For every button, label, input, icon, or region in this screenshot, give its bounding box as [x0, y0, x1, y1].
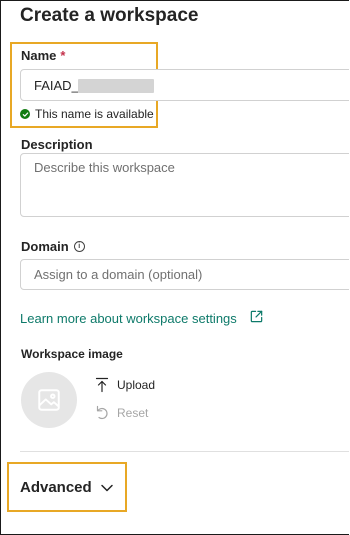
domain-label-text: Domain: [21, 239, 69, 254]
name-availability-status: This name is available: [20, 107, 154, 121]
reset-button[interactable]: Reset: [95, 405, 148, 421]
workspace-image-label: Workspace image: [21, 347, 123, 361]
info-icon[interactable]: i: [73, 241, 85, 252]
section-divider: [20, 451, 349, 452]
upload-button[interactable]: Upload: [95, 377, 155, 393]
panel-title: Create a workspace: [20, 5, 199, 26]
advanced-label: Advanced: [20, 479, 92, 496]
workspace-image-placeholder: [21, 372, 77, 428]
upload-icon: [95, 377, 109, 393]
learn-more-text: Learn more about workspace settings: [20, 310, 237, 326]
description-label: Description: [21, 137, 93, 152]
upload-label: Upload: [117, 378, 156, 392]
name-input-value: FAIAD_: [34, 78, 79, 93]
name-input[interactable]: FAIAD_: [20, 69, 349, 101]
create-workspace-panel: Create a workspace Name * FAIAD_ This nam…: [0, 0, 349, 535]
domain-label: Domain i: [21, 239, 85, 254]
required-marker: *: [60, 48, 66, 63]
advanced-toggle[interactable]: Advanced: [20, 479, 114, 496]
external-link-icon: [249, 309, 264, 327]
checkmark-circle-icon: [20, 109, 30, 119]
chevron-down-icon: [100, 484, 113, 491]
name-label-text: Name: [21, 48, 57, 63]
reset-label: Reset: [117, 406, 149, 420]
domain-select[interactable]: Assign to a domain (optional): [20, 259, 349, 290]
name-label: Name *: [21, 48, 65, 63]
description-textarea[interactable]: Describe this workspace: [20, 153, 349, 217]
redacted-text-block: [78, 79, 154, 93]
image-icon: [38, 389, 60, 411]
reset-icon: [96, 405, 108, 420]
learn-more-link[interactable]: Learn more about workspace settings: [20, 309, 264, 327]
availability-text: This name is available: [35, 107, 154, 121]
